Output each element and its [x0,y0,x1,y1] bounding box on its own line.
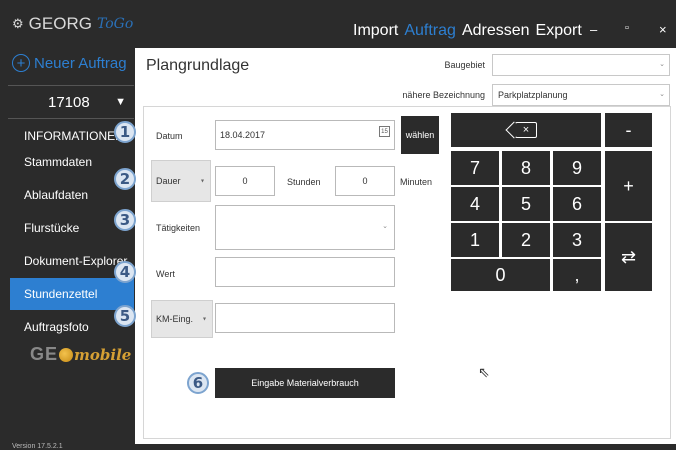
chevron-down-icon: ⌄ [659,61,665,68]
backspace-icon: × [515,122,537,138]
datum-value: 18.04.2017 [220,130,266,140]
chevron-down-icon: ⌄ [659,91,665,98]
waehlen-button[interactable]: wählen [401,116,439,154]
baugebiet-label: Baugebiet [444,60,485,70]
order-number-select[interactable]: 17108 ▼ [8,85,134,119]
top-menu: Import Auftrag Adressen Export [353,22,582,40]
dauer-label: Dauer [156,176,181,186]
plus-key[interactable]: + [605,151,652,221]
minus-key[interactable]: - [605,113,652,147]
key-6[interactable]: 6 [553,187,601,221]
chevron-down-icon: ▾ [202,316,206,323]
main-panel: Plangrundlage Baugebiet ⌄ nähere Bezeich… [135,48,676,444]
backspace-key[interactable]: × [451,113,601,147]
swap-key[interactable]: ⇄ [605,223,652,291]
datum-label: Datum [156,131,183,141]
bezeichnung-select[interactable]: Parkplatzplanung ⌄ [492,84,670,106]
sidebar-item-label: Auftragsfoto [24,320,89,334]
taetigkeiten-select[interactable]: ⌄ [215,205,395,250]
dropdown-triangle-icon: ▼ [115,96,126,108]
version-label: Version 17.5.2.1 [12,443,63,450]
app-window: ⚙ GEORG ToGo Import Auftrag Adressen Exp… [0,0,676,450]
key-9[interactable]: 9 [553,151,601,185]
step-badge-4: 4 [114,261,136,283]
menu-auftrag[interactable]: Auftrag [404,22,456,40]
new-order-label: Neuer Auftrag [34,54,127,72]
sidebar: + Neuer Auftrag 17108 ▼ INFORMATIONEN St… [0,48,136,450]
km-eingabe-select[interactable]: KM-Eing. ▾ [151,300,213,338]
minuten-value: 0 [362,176,368,186]
taetigkeiten-label: Tätigkeiten [156,223,201,233]
baugebiet-select[interactable]: ⌄ [492,54,670,76]
step-badge-5: 5 [114,305,136,327]
brand-name: GEORG [28,14,92,33]
menu-export[interactable]: Export [536,22,582,40]
menu-adressen[interactable]: Adressen [462,22,530,40]
minuten-field[interactable]: 0 [335,166,395,196]
sidebar-item-label: Flurstücke [24,221,80,235]
key-4[interactable]: 4 [451,187,499,221]
mouse-pointer-icon: ⇖ [478,364,490,380]
page-title: Plangrundlage [146,57,250,74]
globe-icon [59,347,74,362]
gear-icon: ⚙ [12,16,24,31]
step-badge-1: 1 [114,121,136,143]
sidebar-item-label: Stundenzettel [24,287,98,301]
maximize-button[interactable]: ▫ [625,22,629,34]
wert-label: Wert [156,269,175,279]
eingabe-materialverbrauch-button[interactable]: Eingabe Materialverbrauch [215,368,395,398]
dauer-select[interactable]: Dauer ▾ [151,160,211,202]
plus-circle-icon: + [12,54,30,72]
key-7[interactable]: 7 [451,151,499,185]
bezeichnung-value: Parkplatzplanung [498,90,568,100]
chevron-down-icon: ⌄ [382,223,388,230]
logo-geo-text: GE [30,344,59,364]
step-badge-2: 2 [114,168,136,190]
order-number: 17108 [48,93,90,111]
title-bar: ⚙ GEORG ToGo Import Auftrag Adressen Exp… [0,0,676,48]
sidebar-item-label: Dokument-Explorer [24,254,128,268]
stunden-field[interactable]: 0 [215,166,275,196]
chevron-down-icon: ▾ [200,178,204,185]
close-button[interactable]: × [659,22,667,37]
wert-field[interactable] [215,257,395,287]
step-badge-3: 3 [114,209,136,231]
key-3[interactable]: 3 [553,223,601,257]
stunden-label: Stunden [287,177,321,187]
sidebar-item-stundenzettel[interactable]: Stundenzettel [10,278,134,310]
bezeichnung-label: nähere Bezeichnung [402,90,485,100]
key-8[interactable]: 8 [502,151,550,185]
stunden-value: 0 [242,176,248,186]
backspace-x: × [522,124,530,136]
minimize-button[interactable]: – [590,22,597,37]
key-2[interactable]: 2 [502,223,550,257]
sidebar-item-label: INFORMATIONEN [24,129,124,143]
calendar-icon[interactable]: 15 [379,126,390,137]
sidebar-item-label: Ablaufdaten [24,188,89,202]
geo-mobile-logo: GE mobile [30,344,131,365]
km-field[interactable] [215,303,395,333]
key-0[interactable]: 0 [451,259,550,291]
app-brand: ⚙ GEORG ToGo [12,14,133,34]
brand-suffix: ToGo [96,16,134,32]
menu-import[interactable]: Import [353,22,398,40]
new-order-button[interactable]: + Neuer Auftrag [12,54,127,72]
minuten-label: Minuten [400,177,433,187]
key-comma[interactable]: , [553,259,601,291]
key-1[interactable]: 1 [451,223,499,257]
step-badge-6: 6 [187,372,209,394]
logo-mobile-text: mobile [74,345,132,364]
km-label: KM-Eing. [156,314,194,324]
sidebar-item-label: Stammdaten [24,155,93,169]
datum-field[interactable]: 18.04.2017 15 [215,120,395,150]
key-5[interactable]: 5 [502,187,550,221]
